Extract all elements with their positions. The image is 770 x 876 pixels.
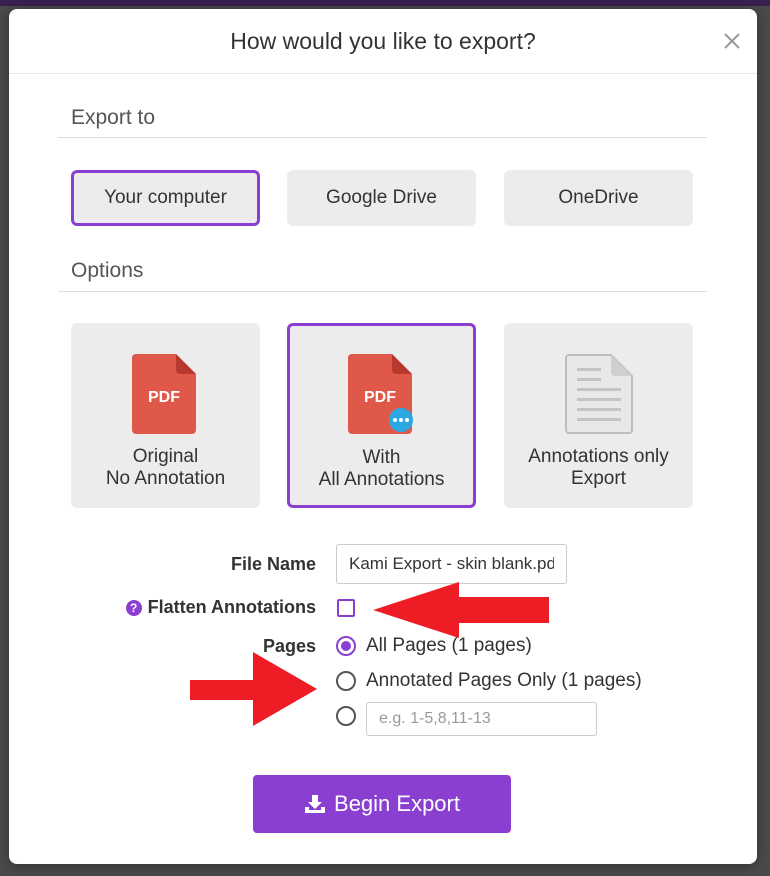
pdf-comment-icon: PDF [347, 354, 413, 434]
destination-label: Your computer [104, 187, 227, 208]
destination-google-drive[interactable]: Google Drive [287, 170, 476, 226]
flatten-annotations-text: Flatten Annotations [147, 597, 316, 617]
radio-all-pages-label: All Pages (1 pages) [366, 635, 532, 656]
close-icon[interactable] [722, 31, 742, 51]
option-annotations-only[interactable]: Annotations only Export [504, 323, 693, 508]
destination-your-computer[interactable]: Your computer [71, 170, 260, 226]
download-icon [305, 795, 326, 813]
dialog-title: How would you like to export? [230, 28, 536, 54]
export-to-heading: Export to [71, 106, 156, 129]
destination-onedrive[interactable]: OneDrive [504, 170, 693, 226]
pdf-icon: PDF [131, 354, 196, 434]
option-label-line2: No Annotation [105, 468, 226, 489]
app-top-bar [0, 0, 770, 6]
section-divider [58, 291, 707, 292]
svg-text:PDF: PDF [364, 389, 396, 406]
option-label-line2: Export [571, 468, 626, 489]
option-with-all-annotations[interactable]: PDF With All Annotations [287, 323, 476, 508]
section-divider [58, 137, 707, 138]
page-range-input[interactable] [366, 702, 597, 736]
option-label-line1: Original [132, 446, 199, 467]
export-dialog: How would you like to export? Export to … [9, 9, 757, 864]
option-label-line1: With [362, 447, 401, 468]
radio-annotated-pages[interactable] [336, 671, 356, 691]
file-name-label: File Name [230, 554, 316, 574]
help-icon[interactable]: ? [125, 600, 142, 616]
begin-export-button[interactable]: Begin Export [253, 775, 511, 833]
destination-label: OneDrive [558, 187, 639, 208]
dialog-header: How would you like to export? [9, 9, 757, 74]
radio-custom-range[interactable] [336, 706, 356, 726]
right-pointing-arrow-icon [190, 652, 317, 726]
flatten-annotations-label: ? Flatten Annotations [125, 597, 316, 618]
left-pointing-arrow-icon [373, 582, 549, 638]
option-label-line2: All Annotations [318, 469, 445, 490]
file-name-input[interactable] [336, 544, 567, 584]
document-icon [564, 354, 633, 434]
option-label-line1: Annotations only [528, 446, 669, 467]
svg-text:PDF: PDF [148, 389, 180, 406]
flatten-annotations-checkbox[interactable] [337, 599, 355, 617]
begin-export-label: Begin Export [334, 791, 460, 816]
destination-label: Google Drive [326, 187, 437, 208]
option-original-no-annotation[interactable]: PDF Original No Annotation [71, 323, 260, 508]
radio-all-pages[interactable] [336, 636, 356, 656]
radio-annotated-pages-label: Annotated Pages Only (1 pages) [366, 670, 642, 691]
options-heading: Options [71, 259, 144, 282]
